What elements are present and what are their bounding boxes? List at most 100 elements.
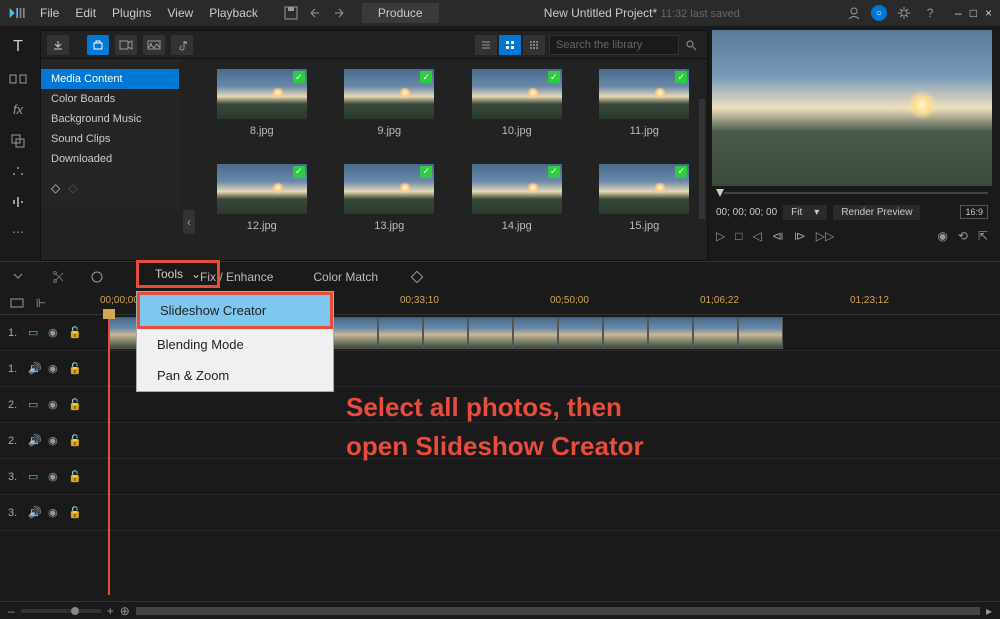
overlay-tool-icon[interactable] bbox=[8, 133, 28, 149]
filter-media-icon[interactable] bbox=[87, 35, 109, 55]
aspect-badge[interactable]: 16:9 bbox=[960, 205, 988, 219]
step-fwd-icon[interactable]: ⧐ bbox=[794, 229, 806, 243]
scrub-marker-icon[interactable] bbox=[716, 189, 724, 197]
scroll-thumb[interactable] bbox=[136, 607, 980, 615]
media-item[interactable]: ✓13.jpg bbox=[341, 164, 439, 251]
playhead[interactable] bbox=[108, 315, 110, 595]
media-item[interactable]: ✓15.jpg bbox=[596, 164, 694, 251]
track-content[interactable] bbox=[100, 459, 1000, 494]
snapshot-icon[interactable]: ◉ bbox=[937, 229, 947, 243]
tools-dropdown-button[interactable]: Tools⌄ bbox=[141, 265, 215, 283]
lock-toggle-icon[interactable]: 🔓 bbox=[68, 326, 82, 339]
step-back-icon[interactable]: ⧏ bbox=[772, 229, 784, 243]
grid-view-icon[interactable] bbox=[499, 35, 521, 55]
collapse-sidebar-icon[interactable]: ‹ bbox=[183, 210, 195, 234]
menu-playback[interactable]: Playback bbox=[209, 6, 258, 20]
dropdown-slideshow-creator[interactable]: Slideshow Creator bbox=[140, 295, 330, 326]
thumbnail[interactable]: ✓ bbox=[599, 69, 689, 119]
search-icon[interactable] bbox=[683, 36, 699, 54]
preview-scrubber[interactable] bbox=[712, 186, 992, 200]
tag-icon[interactable]: ◇ bbox=[51, 181, 60, 195]
scroll-right-icon[interactable]: ▸ bbox=[986, 604, 992, 618]
zoom-slider[interactable] bbox=[21, 609, 101, 613]
scrollbar[interactable] bbox=[699, 99, 705, 219]
lock-toggle-icon[interactable]: 🔓 bbox=[68, 434, 82, 447]
import-button-icon[interactable] bbox=[47, 35, 69, 55]
menu-edit[interactable]: Edit bbox=[75, 6, 96, 20]
search-input[interactable]: Search the library bbox=[549, 35, 679, 55]
media-item[interactable]: ✓8.jpg bbox=[213, 69, 311, 156]
settings-icon[interactable] bbox=[895, 4, 913, 22]
filter-video-icon[interactable] bbox=[115, 35, 137, 55]
tag-outline-icon[interactable]: ◇ bbox=[68, 181, 77, 195]
minimize-button[interactable]: – bbox=[955, 6, 962, 20]
clip[interactable] bbox=[558, 317, 603, 349]
media-item[interactable]: ✓9.jpg bbox=[341, 69, 439, 156]
text-tool-icon[interactable]: T bbox=[8, 38, 28, 56]
clip[interactable] bbox=[378, 317, 423, 349]
clip[interactable] bbox=[513, 317, 558, 349]
category-background-music[interactable]: Background Music bbox=[41, 109, 179, 129]
next-frame-icon[interactable]: ▷▷ bbox=[816, 229, 834, 243]
track-content[interactable] bbox=[100, 387, 1000, 422]
scrub-track[interactable] bbox=[724, 192, 988, 194]
play-icon[interactable]: ▷ bbox=[716, 229, 725, 243]
media-item[interactable]: ✓11.jpg bbox=[596, 69, 694, 156]
media-item[interactable]: ✓12.jpg bbox=[213, 164, 311, 251]
clip[interactable] bbox=[693, 317, 738, 349]
track-content[interactable] bbox=[100, 423, 1000, 458]
loop-icon[interactable]: ⟲ bbox=[958, 229, 968, 243]
clip[interactable] bbox=[468, 317, 513, 349]
thumbnail[interactable]: ✓ bbox=[344, 164, 434, 214]
cloud-badge-icon[interactable]: ○ bbox=[871, 5, 887, 21]
produce-button[interactable]: Produce bbox=[362, 3, 439, 23]
zoom-handle[interactable] bbox=[71, 607, 79, 615]
lock-toggle-icon[interactable]: 🔓 bbox=[68, 398, 82, 411]
maximize-button[interactable]: □ bbox=[970, 6, 977, 20]
thumbnail[interactable]: ✓ bbox=[472, 69, 562, 119]
account-icon[interactable] bbox=[845, 4, 863, 22]
snap-icon[interactable]: ⊩ bbox=[32, 294, 50, 312]
clip[interactable] bbox=[738, 317, 783, 349]
filter-audio-icon[interactable] bbox=[171, 35, 193, 55]
keyframe-icon[interactable] bbox=[408, 268, 426, 286]
category-media-content[interactable]: Media Content bbox=[41, 69, 179, 89]
visibility-toggle-icon[interactable]: ◉ bbox=[48, 326, 62, 339]
close-button[interactable]: × bbox=[985, 6, 992, 20]
preview-viewport[interactable] bbox=[712, 30, 992, 186]
clip[interactable] bbox=[423, 317, 468, 349]
marker-tool-icon[interactable] bbox=[88, 268, 106, 286]
save-icon[interactable] bbox=[282, 4, 300, 22]
thumbnail[interactable]: ✓ bbox=[472, 164, 562, 214]
visibility-toggle-icon[interactable]: ◉ bbox=[48, 434, 62, 447]
category-color-boards[interactable]: Color Boards bbox=[41, 89, 179, 109]
category-sound-clips[interactable]: Sound Clips bbox=[41, 129, 179, 149]
clip[interactable] bbox=[333, 317, 378, 349]
stop-icon[interactable]: □ bbox=[735, 229, 742, 243]
media-item[interactable]: ✓10.jpg bbox=[468, 69, 566, 156]
prev-frame-icon[interactable]: ◁ bbox=[752, 229, 761, 243]
particle-tool-icon[interactable] bbox=[8, 165, 28, 179]
category-downloaded[interactable]: Downloaded bbox=[41, 149, 179, 169]
list-view-icon[interactable] bbox=[475, 35, 497, 55]
horizontal-scrollbar[interactable] bbox=[136, 607, 980, 615]
fx-tool-icon[interactable]: fx bbox=[8, 102, 28, 117]
popout-icon[interactable]: ⇱ bbox=[978, 229, 988, 243]
zoom-in-icon[interactable]: + bbox=[107, 604, 114, 618]
thumbnail[interactable]: ✓ bbox=[217, 164, 307, 214]
zoom-fit-select[interactable]: Fit▾ bbox=[783, 205, 827, 220]
menu-plugins[interactable]: Plugins bbox=[112, 6, 151, 20]
filter-image-icon[interactable] bbox=[143, 35, 165, 55]
lock-toggle-icon[interactable]: 🔓 bbox=[68, 362, 82, 375]
menu-file[interactable]: File bbox=[40, 6, 59, 20]
lock-toggle-icon[interactable]: 🔓 bbox=[68, 506, 82, 519]
visibility-toggle-icon[interactable]: ◉ bbox=[48, 362, 62, 375]
audio-tool-icon[interactable] bbox=[8, 195, 28, 209]
lock-toggle-icon[interactable]: 🔓 bbox=[68, 470, 82, 483]
track-mode-icon[interactable] bbox=[8, 294, 26, 312]
visibility-toggle-icon[interactable]: ◉ bbox=[48, 398, 62, 411]
thumbnail[interactable]: ✓ bbox=[217, 69, 307, 119]
redo-icon[interactable] bbox=[330, 4, 348, 22]
dropdown-pan-zoom[interactable]: Pan & Zoom bbox=[137, 360, 333, 391]
help-icon[interactable]: ? bbox=[921, 4, 939, 22]
